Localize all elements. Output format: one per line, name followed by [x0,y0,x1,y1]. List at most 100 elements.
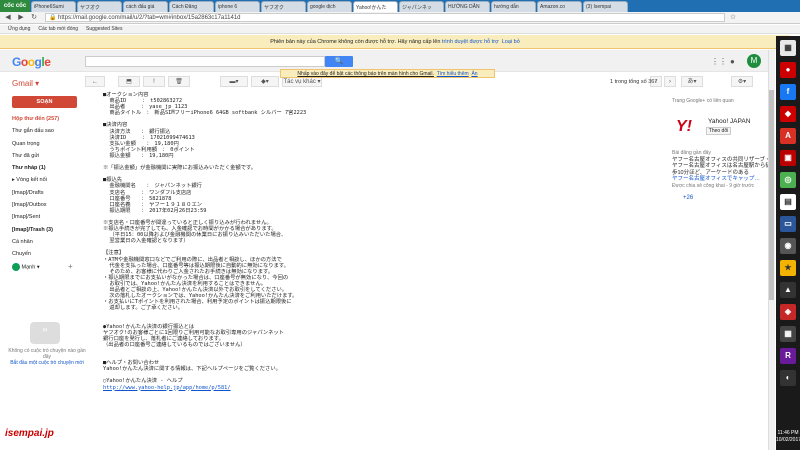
browser-logo[interactable]: cốc cốc [0,0,30,12]
sidebar-item[interactable]: [Imap]/Outbox [12,199,82,211]
user-avatar-icon [12,263,20,271]
back-to-inbox-button[interactable]: ← [85,76,105,87]
browser-tab[interactable]: google dịch [307,1,352,12]
sidebar-item[interactable]: Thư nháp (1) [12,162,82,174]
delete-button[interactable]: 🗑 [168,76,190,87]
sidebar-item[interactable]: Hộp thư đến (257) [12,113,82,125]
related-page-name[interactable]: Yahoo! JAPAN [708,118,750,125]
sidebar-item[interactable]: Chuyến [12,248,82,260]
browser-tab[interactable]: ヤフオク [261,1,306,12]
bookmark-suggested-sites[interactable]: Suggested Sites [86,26,122,32]
desktop-notification-notice: Nhấp vào đây để bật các thông báo trên m… [280,69,495,78]
notifications-icon[interactable]: ● [730,57,735,66]
lock-icon: 🔒 [49,15,57,21]
launcher-app-icon[interactable]: ▣ [780,150,796,166]
taskbar-clock[interactable]: 11:46 PM 10/02/2017 [776,430,800,450]
launcher-app-icon[interactable]: ▦ [780,326,796,342]
launcher-app-icon[interactable]: ▤ [780,194,796,210]
launcher-app-icon[interactable]: ▦ [780,40,796,56]
browser-tab[interactable]: cách đấu giá [123,1,168,12]
report-spam-button[interactable]: ! [143,76,165,87]
chrome-notice-dismiss[interactable]: Loại bỏ [502,39,520,45]
browser-tab[interactable]: HƯỚNG DẪN [445,1,490,12]
apps-grid-icon[interactable]: ⋮⋮ [711,57,727,66]
browser-tab[interactable]: ジャパンネッ [399,1,444,12]
browser-tab[interactable]: (3) Isempai [583,1,628,12]
plus-one-count[interactable]: +26 [683,195,693,201]
sidebar-item[interactable]: Quan trọng [12,138,82,150]
address-bar-row: ◀ ▶ ↻ 🔒 https://mail.google.com/mail/u/2/… [0,12,800,24]
launcher-app-icon[interactable]: ◆ [780,106,796,122]
launcher-app-icon[interactable]: ★ [780,260,796,276]
launcher-app-icon[interactable]: ▭ [780,216,796,232]
launcher-app-icon[interactable]: ◐ [780,370,796,386]
sidebar-item[interactable]: [Imap]/Drafts [12,187,82,199]
add-contact-icon[interactable]: + [68,262,73,271]
sidebar-item[interactable]: ▸ Vòng kết nối [12,174,82,186]
star-icon[interactable]: ☆ [728,13,738,23]
browser-tab[interactable]: Yahoo!かんた [353,1,398,12]
chrome-notice-link[interactable]: trình duyệt được hỗ trợ [442,39,499,45]
sidebar-item[interactable]: [Imap]/Trash (3) [12,224,82,236]
launcher-app-icon[interactable]: ◈ [780,304,796,320]
url-field[interactable]: 🔒 https://mail.google.com/mail/u/2/?tab=w… [45,13,725,22]
recent-post-link[interactable]: ヤフー名古屋オフィスでキャップ… [672,176,772,183]
chrome-update-banner: Phiên bản này của Chrome không còn được … [0,35,790,49]
recent-post-text: ヤフー名古屋オフィスの共同リザーブ・ヤフー名古屋オフィスは名古屋駅から徒歩10分… [672,156,771,176]
search-button[interactable]: 🔍 [325,56,353,67]
bookmark-recent-tabs[interactable]: Các tab mới đóng [38,26,78,32]
clock-date: 10/02/2017 [776,437,800,443]
back-icon[interactable]: ◀ [3,13,13,23]
recent-post: Bài đăng gần đây ヤフー名古屋オフィスの共同リザーブ・ヤフー名古… [672,150,772,189]
browser-tab-bar: cốc cốc iPhone6Sumi ヤフオク cách đấu giá Cách … [0,0,800,12]
move-to-button[interactable]: ▬▾ [220,76,248,87]
browser-tab[interactable]: hướng dẫn [491,1,536,12]
browser-tab[interactable]: iPhone6Sumi [31,1,76,12]
side-launcher-bar: ▦ ● f ◆ A ▣ ◎ ▤ ▭ ◉ ★ ▲ ◈ ▦ R ◐ [776,36,800,436]
bookmarks-bar: Ứng dụng Các tab mới đóng Suggested Site… [0,25,800,34]
launcher-app-icon[interactable]: R [780,348,796,364]
related-google-plus-panel: Trang Google+ có liên quan [672,98,772,104]
sidebar-item[interactable]: Thư gắn dấu sao [12,125,82,137]
follow-button[interactable]: Theo dõi [706,127,731,135]
browser-tab[interactable]: ヤフオク [77,1,122,12]
notice-text[interactable]: Nhấp vào đây để bật các thông báo trên m… [297,71,433,77]
compose-button[interactable]: SOẠN [12,96,77,108]
facebook-icon[interactable]: f [780,84,796,100]
sidebar-item[interactable]: Cá nhân [12,236,82,248]
google-logo[interactable]: Google [12,55,51,69]
input-tools-button[interactable]: あ▾ [681,76,703,87]
browser-tab[interactable]: iphone 6 [215,1,260,12]
page-count: 1 trong tổng số 367 [610,79,658,85]
archive-button[interactable]: ⬒ [118,76,140,87]
launcher-app-icon[interactable]: A [780,128,796,144]
launcher-app-icon[interactable]: ◎ [780,172,796,188]
hangouts-user[interactable]: Mạnh ▾ [12,263,72,272]
next-mail-button[interactable]: › [664,76,676,87]
browser-tab[interactable]: Cách Đăng [169,1,214,12]
labels-button[interactable]: ◆▾ [251,76,279,87]
avatar[interactable]: M [747,54,761,68]
notice-learn-more[interactable]: Tìm hiểu thêm [437,71,469,77]
sidebar-item[interactable]: Thư đã gửi [12,150,82,162]
launcher-app-icon[interactable]: ◉ [780,238,796,254]
related-panel-title: Trang Google+ có liên quan [672,98,734,104]
yahoo-logo[interactable]: Y! [676,118,692,136]
bookmark-apps[interactable]: Ứng dụng [8,26,30,32]
launcher-app-icon[interactable]: ● [780,62,796,78]
launcher-app-icon[interactable]: ▲ [780,282,796,298]
browser-tab[interactable]: Amazon.co [537,1,582,12]
notice-hide[interactable]: Ẩn [471,71,477,77]
gmail-menu[interactable]: Gmail ▾ [12,79,39,88]
settings-button[interactable]: ⚙▾ [731,76,753,87]
chat-bubble-icon: ” [30,322,60,344]
hangouts-start-link[interactable]: Bắt đầu một cuộc trò chuyện mới [8,360,86,366]
scrollbar-thumb[interactable] [769,90,774,300]
help-link[interactable]: http://www.yahoo-help.jp/app/home/p/581/ [103,385,663,391]
hangouts-user-name: Mạnh ▾ [21,264,40,271]
forward-icon[interactable]: ▶ [16,13,26,23]
search-input[interactable] [85,56,325,67]
reload-icon[interactable]: ↻ [29,13,39,23]
sidebar-item[interactable]: [Imap]/Sent [12,211,82,223]
hangouts-empty: Không có cuộc trò chuyện nào gần đây Bắt… [8,348,86,366]
